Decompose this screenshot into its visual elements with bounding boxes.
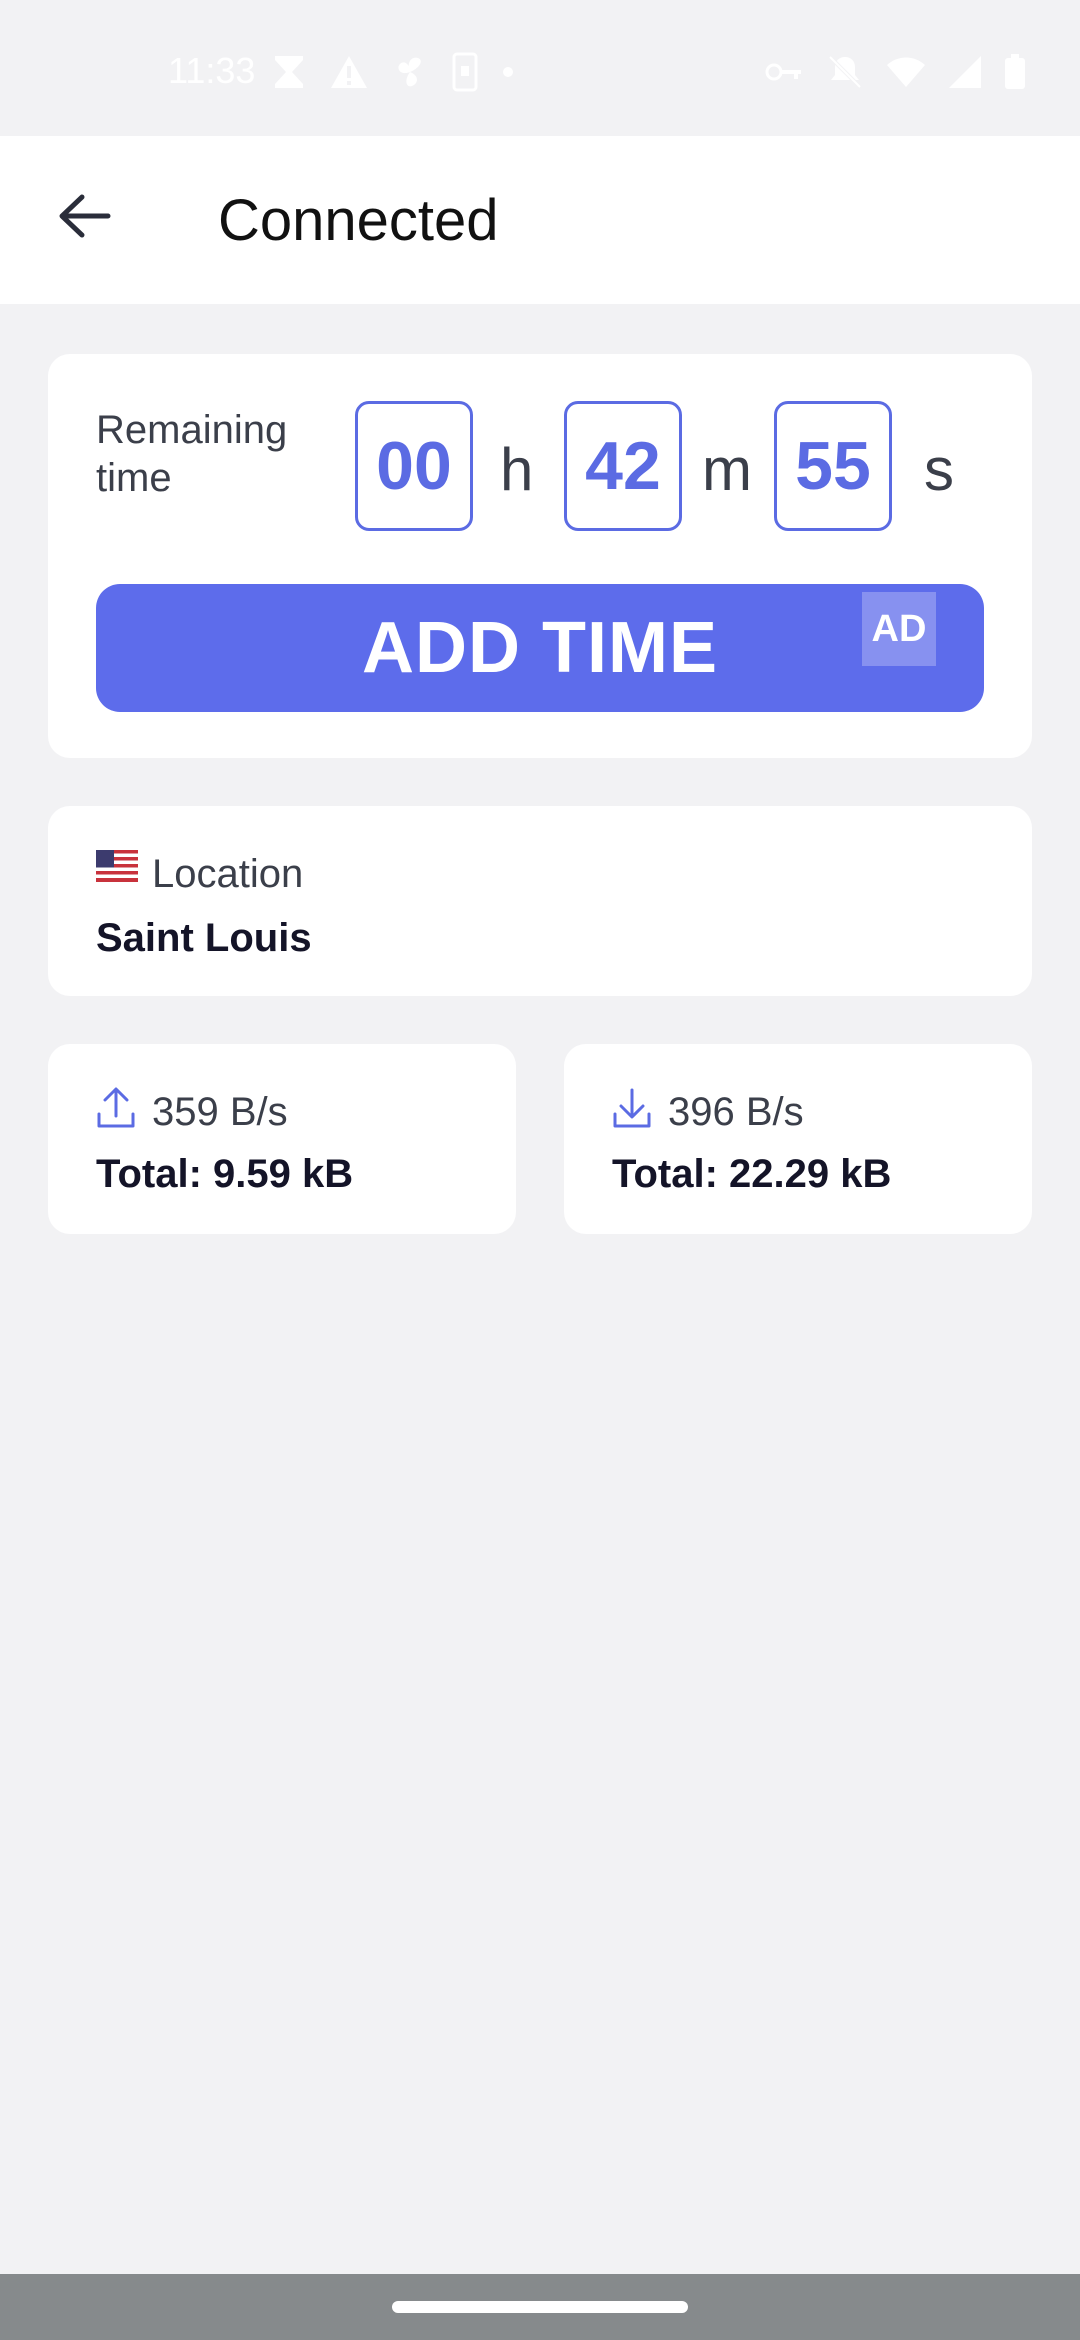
dot-icon: [503, 67, 513, 77]
location-label: Location: [152, 852, 304, 896]
status-left-icons: [272, 50, 514, 94]
seconds-unit: s: [924, 436, 954, 503]
status-bar: 11:33: [0, 0, 1080, 136]
hours-unit: h: [500, 436, 534, 503]
minutes-unit: m: [702, 436, 752, 503]
battery-icon: [1005, 54, 1025, 89]
ad-badge: AD: [862, 592, 936, 666]
phone-icon: [452, 52, 478, 92]
wifi-icon: [887, 57, 925, 87]
minutes-box: 42: [564, 401, 682, 531]
remaining-time-label: Remaining time: [96, 408, 288, 500]
add-time-button[interactable]: ADD TIME AD: [96, 584, 984, 712]
upload-icon: [97, 1087, 135, 1128]
location-value: Saint Louis: [96, 916, 312, 960]
location-card[interactable]: Location Saint Louis: [48, 806, 1032, 996]
seconds-box: 55: [774, 401, 892, 531]
upload-stats-card: 359 B/s Total: 9.59 kB: [48, 1044, 516, 1234]
status-right-icons: [764, 50, 1026, 94]
vpn-key-icon: [765, 63, 801, 81]
arrow-left-icon: [59, 194, 111, 238]
status-time: 11:33: [168, 50, 256, 91]
download-rate: 396 B/s: [668, 1090, 804, 1134]
back-button[interactable]: [44, 176, 124, 256]
download-total: Total: 22.29 kB: [612, 1152, 892, 1196]
fan-icon: [398, 57, 421, 87]
signal-icon: [949, 56, 981, 88]
download-stats-card: 396 B/s Total: 22.29 kB: [564, 1044, 1032, 1234]
download-icon: [613, 1088, 651, 1128]
app-bar: [0, 136, 1080, 304]
remaining-time-card: Remaining time 00 h 42 m 55 s ADD TIME A…: [48, 354, 1032, 758]
hours-box: 00: [355, 401, 473, 531]
upload-rate: 359 B/s: [152, 1090, 288, 1134]
home-indicator[interactable]: [392, 2301, 688, 2313]
us-flag-icon: [96, 850, 138, 882]
add-time-label: ADD TIME: [362, 608, 718, 688]
vibrate-off-icon: [828, 55, 862, 89]
page-title: Connected: [218, 188, 499, 253]
warning-icon: [331, 56, 367, 88]
upload-total: Total: 9.59 kB: [96, 1152, 354, 1196]
hourglass-icon: [275, 56, 303, 88]
